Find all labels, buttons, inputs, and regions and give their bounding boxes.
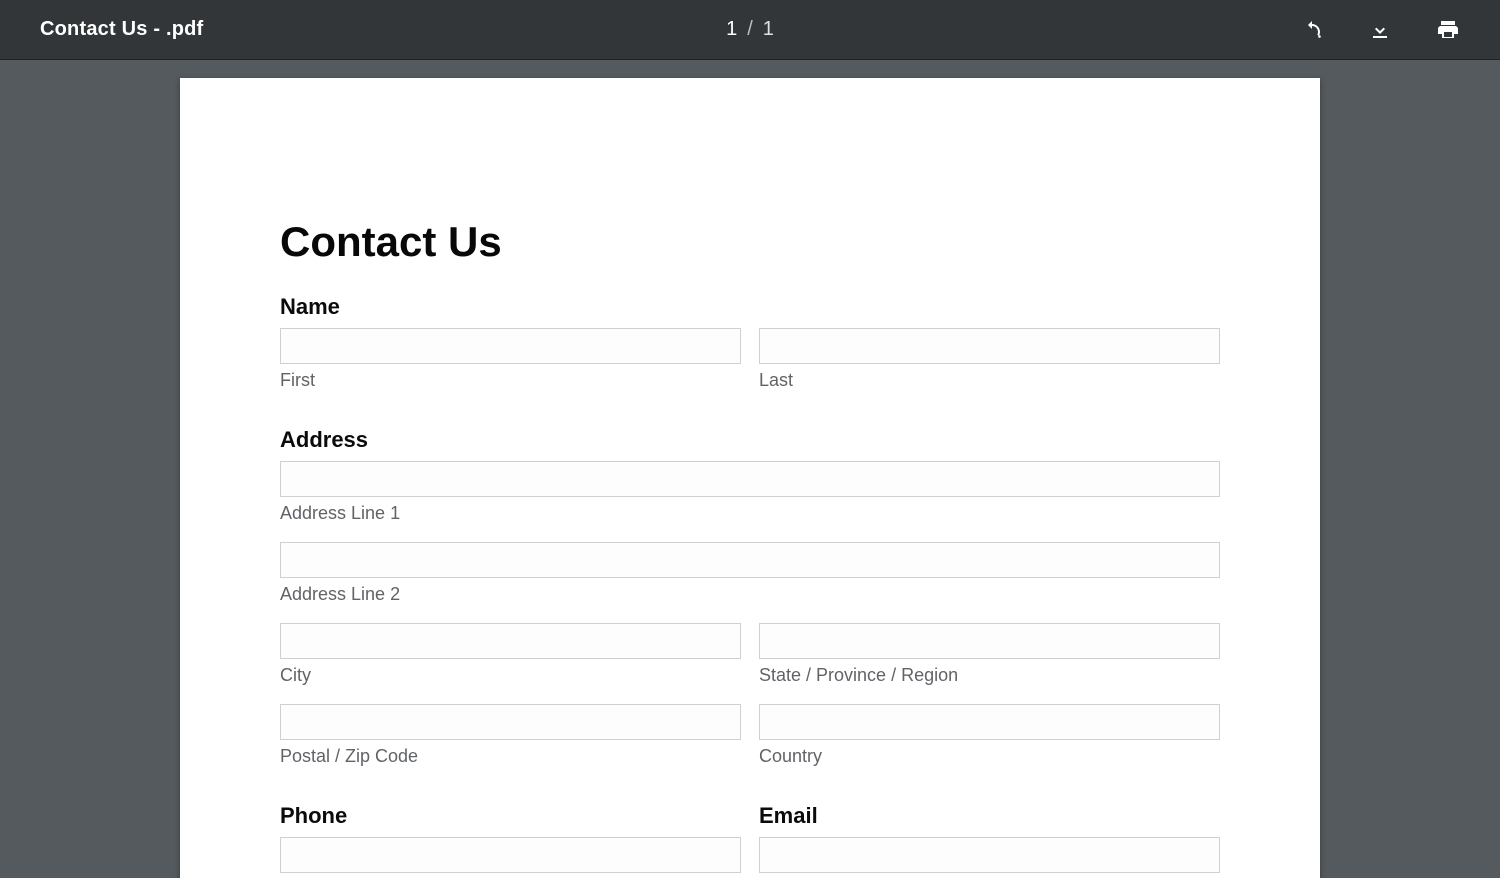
- page-total: 1: [763, 18, 774, 41]
- state-input[interactable]: [759, 623, 1220, 659]
- rotate-icon[interactable]: [1298, 16, 1326, 44]
- sublabel-city: City: [280, 665, 741, 686]
- first-name-input[interactable]: [280, 328, 741, 364]
- sublabel-last: Last: [759, 370, 1220, 391]
- sublabel-first: First: [280, 370, 741, 391]
- document-title: Contact Us - .pdf: [40, 18, 203, 41]
- label-address: Address: [280, 427, 1220, 453]
- sublabel-address1: Address Line 1: [280, 503, 1220, 524]
- pdf-toolbar: Contact Us - .pdf 1 / 1: [0, 0, 1500, 60]
- page-separator: /: [747, 18, 753, 41]
- pdf-viewport[interactable]: Contact Us Name First Last Address Addre…: [0, 60, 1500, 878]
- country-input[interactable]: [759, 704, 1220, 740]
- city-input[interactable]: [280, 623, 741, 659]
- label-name: Name: [280, 294, 1220, 320]
- page-current: 1: [726, 18, 737, 41]
- address-line1-input[interactable]: [280, 461, 1220, 497]
- phone-input[interactable]: [280, 837, 741, 873]
- email-input[interactable]: [759, 837, 1220, 873]
- postal-input[interactable]: [280, 704, 741, 740]
- sublabel-postal: Postal / Zip Code: [280, 746, 741, 767]
- page-indicator: 1 / 1: [726, 18, 774, 41]
- sublabel-country: Country: [759, 746, 1220, 767]
- address-line2-input[interactable]: [280, 542, 1220, 578]
- sublabel-address2: Address Line 2: [280, 584, 1220, 605]
- sublabel-state: State / Province / Region: [759, 665, 1220, 686]
- page-heading: Contact Us: [280, 218, 1220, 266]
- pdf-page: Contact Us Name First Last Address Addre…: [180, 78, 1320, 878]
- label-phone: Phone: [280, 803, 741, 829]
- print-icon[interactable]: [1434, 16, 1462, 44]
- toolbar-actions: [1298, 16, 1462, 44]
- last-name-input[interactable]: [759, 328, 1220, 364]
- label-email: Email: [759, 803, 1220, 829]
- download-icon[interactable]: [1366, 16, 1394, 44]
